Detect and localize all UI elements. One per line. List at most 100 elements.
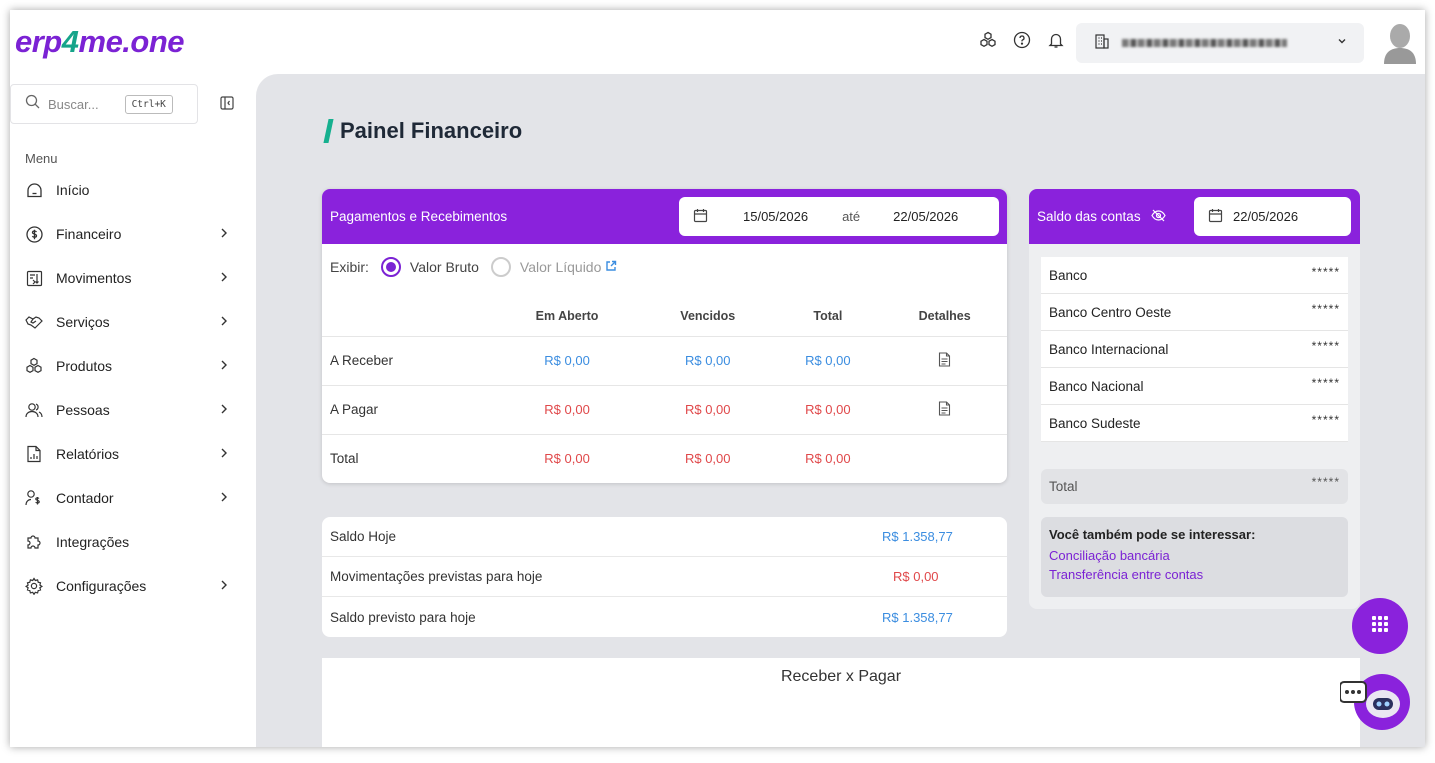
help-icon[interactable] <box>1012 30 1032 50</box>
accounts-balance-card: Saldo das contas 22/05/2026 Banco ***** B… <box>1029 189 1360 609</box>
col-em-aberto: Em Aberto <box>492 296 643 337</box>
bank-name: Banco Nacional <box>1049 378 1144 394</box>
table-row: A Receber R$ 0,00 R$ 0,00 R$ 0,00 <box>322 336 1007 386</box>
sidebar-item-inicio[interactable]: Início <box>10 168 250 212</box>
topbar-icons <box>978 30 1066 50</box>
balance-label: Saldo previsto para hoje <box>330 609 476 625</box>
balance-value: R$ 0,00 <box>893 569 939 584</box>
sidebar-item-configuracoes[interactable]: Configurações <box>10 564 250 608</box>
brand-logo[interactable]: erp4me.one <box>15 24 185 60</box>
cell-em-aberto: R$ 0,00 <box>492 385 643 435</box>
sidebar-item-label: Movimentos <box>56 270 132 286</box>
cell-detalhes <box>882 385 1007 435</box>
avatar[interactable] <box>1382 20 1418 64</box>
radio-valor-liquido[interactable] <box>490 257 511 277</box>
modules-icon[interactable] <box>978 30 998 50</box>
radio-valor-bruto-label[interactable]: Valor Bruto <box>410 259 479 275</box>
apps-fab-button[interactable] <box>1352 598 1408 654</box>
collapse-sidebar-icon[interactable] <box>220 96 234 110</box>
cell-detalhes <box>882 434 1007 483</box>
sidebar-item-movimentos[interactable]: Movimentos <box>10 256 250 300</box>
total-label: Total <box>1049 479 1078 494</box>
accounts-date[interactable]: 22/05/2026 <box>1233 209 1298 224</box>
search-box[interactable]: Buscar... Ctrl+K <box>10 84 198 124</box>
sidebar-item-servicos[interactable]: Serviços <box>10 300 250 344</box>
balance-value: R$ 1.358,77 <box>882 609 953 625</box>
sidebar-item-financeiro[interactable]: Financeiro <box>10 212 250 256</box>
cell-vencidos: R$ 0,00 <box>642 434 774 483</box>
page-title-text: Painel Financeiro <box>340 118 523 143</box>
date-range-picker[interactable]: 15/05/2026 até 22/05/2026 <box>679 197 999 236</box>
external-link-icon[interactable] <box>605 259 617 275</box>
bank-balance-hidden: ***** <box>1311 339 1340 353</box>
sidebar-item-label: Produtos <box>56 358 113 374</box>
cell-total: R$ 0,00 <box>773 385 883 435</box>
grid-icon <box>1370 614 1390 639</box>
sidebar-item-produtos[interactable]: Produtos <box>10 344 250 388</box>
sidebar-item-relatorios[interactable]: Relatórios <box>10 432 250 476</box>
balance-label: Saldo Hoje <box>330 529 397 544</box>
row-label: A Pagar <box>322 385 492 435</box>
list-item: Saldo Hoje R$ 1.358,77 <box>322 517 1007 557</box>
bank-balance-hidden: ***** <box>1311 376 1340 390</box>
list-item: Saldo previsto para hoje R$ 1.358,77 <box>322 597 1007 637</box>
sidebar-item-label: Contador <box>56 490 114 506</box>
report-icon <box>25 445 43 463</box>
menu-label: Menu <box>25 151 58 166</box>
sidebar-item-integracoes[interactable]: Integrações <box>10 520 250 564</box>
date-to[interactable]: 22/05/2026 <box>893 209 958 224</box>
sidebar-item-label: Relatórios <box>56 446 120 462</box>
display-options: Exibir: Valor Bruto Valor Líquido <box>330 257 617 277</box>
accounts-header: Saldo das contas 22/05/2026 <box>1029 189 1360 244</box>
search-shortcut: Ctrl+K <box>124 94 173 114</box>
list-item: Banco ***** <box>1041 257 1348 294</box>
document-icon[interactable] <box>938 400 951 419</box>
radio-valor-liquido-label[interactable]: Valor Líquido <box>520 259 601 275</box>
chevron-right-icon <box>219 358 229 374</box>
accountant-icon <box>25 489 43 507</box>
col-detalhes: Detalhes <box>882 296 1007 337</box>
cell-vencidos: R$ 0,00 <box>642 336 774 386</box>
accounts-date-picker[interactable]: 22/05/2026 <box>1194 197 1351 236</box>
suggestions-box: Você também pode se interessar: Concilia… <box>1041 517 1348 597</box>
list-item: Banco Internacional ***** <box>1041 331 1348 368</box>
bank-name: Banco Centro Oeste <box>1049 304 1172 320</box>
handshake-icon <box>25 313 43 331</box>
robot-icon <box>1339 674 1410 730</box>
sidebar-nav: Início Financeiro Movimentos Serviços Pr… <box>10 168 250 608</box>
list-item: Banco Centro Oeste ***** <box>1041 294 1348 331</box>
bell-icon[interactable] <box>1046 30 1066 50</box>
list-item: Movimentações previstas para hoje R$ 0,0… <box>322 557 1007 597</box>
company-selector[interactable] <box>1076 23 1364 63</box>
main-content: Painel Financeiro Pagamentos e Recebimen… <box>256 74 1425 747</box>
chatbot-button[interactable] <box>1339 674 1410 734</box>
calendar-icon <box>1208 208 1223 226</box>
link-conciliacao-bancaria[interactable]: Conciliação bancária <box>1049 548 1340 563</box>
sidebar-item-label: Financeiro <box>56 226 122 242</box>
sidebar-item-label: Integrações <box>56 534 130 550</box>
dollar-circle-icon <box>25 225 43 243</box>
radio-valor-bruto[interactable] <box>380 257 401 277</box>
eye-off-icon[interactable] <box>1150 209 1166 225</box>
home-icon <box>25 181 43 199</box>
cell-total: R$ 0,00 <box>773 336 883 386</box>
chevron-right-icon <box>219 490 229 506</box>
search-icon <box>25 94 40 114</box>
link-transferencia-contas[interactable]: Transferência entre contas <box>1049 567 1340 582</box>
boxes-icon <box>25 357 43 375</box>
total-value-hidden: ***** <box>1311 475 1340 489</box>
search-placeholder: Buscar... <box>48 96 99 112</box>
row-label: A Receber <box>322 336 492 386</box>
document-icon[interactable] <box>938 351 951 370</box>
list-item: Banco Nacional ***** <box>1041 368 1348 405</box>
col-vencidos: Vencidos <box>642 296 774 337</box>
bank-balance-hidden: ***** <box>1311 302 1340 316</box>
accounts-total: Total ***** <box>1041 469 1348 504</box>
payments-header-title: Pagamentos e Recebimentos <box>330 209 508 224</box>
col-blank <box>322 296 492 337</box>
sidebar-item-contador[interactable]: Contador <box>10 476 250 520</box>
cell-total: R$ 0,00 <box>773 434 883 483</box>
date-from[interactable]: 15/05/2026 <box>743 209 808 224</box>
sidebar-item-pessoas[interactable]: Pessoas <box>10 388 250 432</box>
puzzle-icon <box>25 533 43 551</box>
